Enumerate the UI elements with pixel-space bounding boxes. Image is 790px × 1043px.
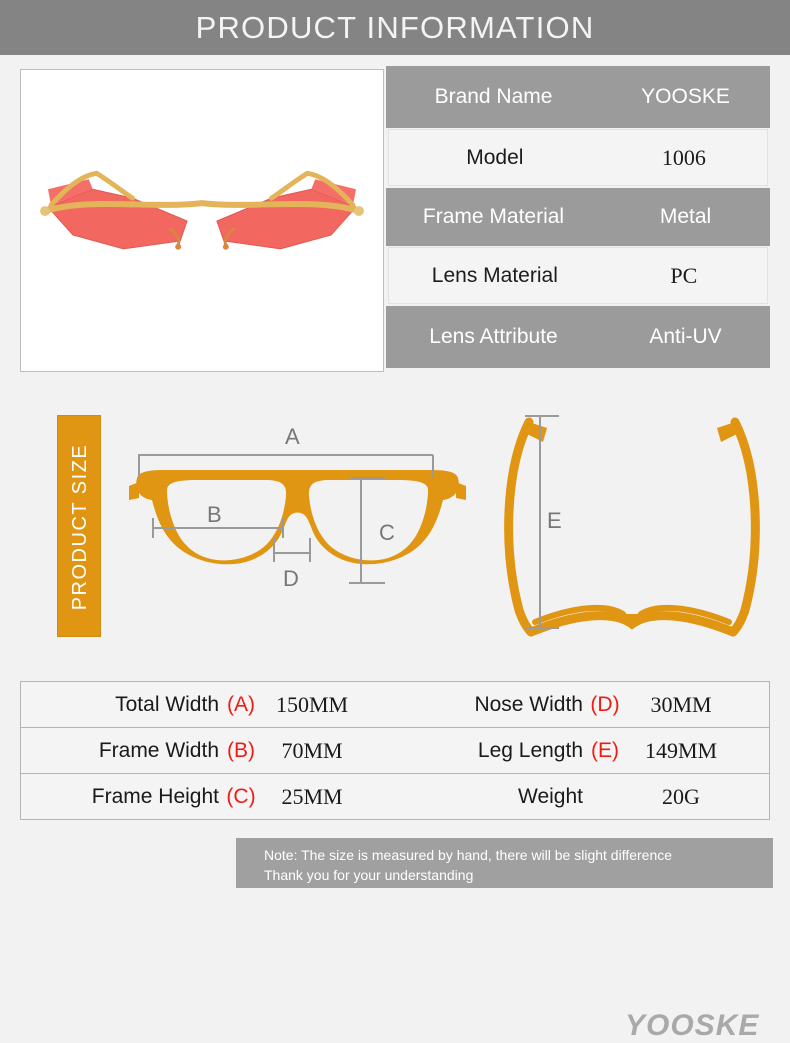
spec-label: Frame Material xyxy=(422,205,565,228)
spec-value: Metal xyxy=(659,205,712,228)
measurement-name: Frame Width xyxy=(98,738,219,762)
measurement-name: Total Width xyxy=(115,692,219,716)
measurement-key: (D) xyxy=(590,692,620,716)
spec-value: YOOSKE xyxy=(641,85,730,108)
dimension-label-d: D xyxy=(283,566,299,591)
measurement-value: 150MM xyxy=(275,691,349,717)
measurement-name: Nose Width xyxy=(474,692,583,716)
measurement-name: Leg Length xyxy=(477,738,583,762)
product-size-banner: PRODUCT SIZE xyxy=(57,415,101,637)
spec-label: Model xyxy=(466,145,524,169)
note-line-2: Thank you for your understanding xyxy=(264,867,474,883)
top-section: Brand Name YOOSKE Model 1006 Frame Mater… xyxy=(0,66,790,378)
measurement-cell-leg-length: Leg Length (E) 149MM xyxy=(395,728,769,773)
measurement-name: Frame Height xyxy=(91,785,219,808)
product-photo-panel xyxy=(20,69,384,372)
spec-label: Lens Material xyxy=(431,263,558,287)
measurement-table: Total Width (A) 150MM Nose Width (D) 30M… xyxy=(20,681,770,820)
measurement-value: 25MM xyxy=(281,784,343,809)
spec-label: Lens Attribute xyxy=(429,325,558,348)
table-row: Frame Height (C) 25MM Weight 20G xyxy=(21,774,769,820)
measurement-name: Weight xyxy=(518,785,583,808)
measurement-value: 30MM xyxy=(650,691,712,717)
note-line-1: Note: The size is measured by hand, ther… xyxy=(264,847,673,863)
measurement-key: (C) xyxy=(226,785,256,808)
spec-value: 1006 xyxy=(661,144,706,170)
product-size-banner-label: PRODUCT SIZE xyxy=(68,443,91,611)
product-photo-image xyxy=(21,70,383,371)
product-information-page: PRODUCT INFORMATION Brand Name YOOSKE Mo… xyxy=(0,0,790,1042)
spec-row-frame-material: Frame Material Metal xyxy=(386,188,770,246)
spec-row-lens-material: Lens Material PC xyxy=(388,247,768,304)
measurement-key: (B) xyxy=(227,738,255,762)
page-title: PRODUCT INFORMATION xyxy=(195,9,595,45)
spec-value: Anti-UV xyxy=(649,325,722,348)
spec-row-model: Model 1006 xyxy=(388,129,768,186)
front-view-diagram: A B C D xyxy=(129,424,466,591)
measurement-value: 70MM xyxy=(281,737,343,763)
dimension-marker-d xyxy=(273,538,311,562)
measurement-key: (E) xyxy=(591,738,619,762)
page-header: PRODUCT INFORMATION xyxy=(0,0,790,55)
measurement-key: (A) xyxy=(227,692,255,716)
top-view-diagram: E xyxy=(504,415,760,637)
dimension-label-a: A xyxy=(285,424,300,449)
measurement-cell-weight: Weight 20G xyxy=(395,774,769,820)
measurement-cell-total-width: Total Width (A) 150MM xyxy=(21,682,395,727)
measurement-note: Note: The size is measured by hand, ther… xyxy=(236,838,773,888)
spec-value: PC xyxy=(670,262,698,288)
measurement-cell-frame-height: Frame Height (C) 25MM xyxy=(21,774,395,820)
dimension-label-c: C xyxy=(379,520,395,545)
measurement-cell-frame-width: Frame Width (B) 70MM xyxy=(21,728,395,773)
product-size-section: PRODUCT SIZE A B C D E YOOSKE xyxy=(0,395,790,1042)
measurement-cell-nose-width: Nose Width (D) 30MM xyxy=(395,682,769,727)
specification-table: Brand Name YOOSKE Model 1006 Frame Mater… xyxy=(386,66,770,371)
table-row: Frame Width (B) 70MM Leg Length (E) 149M… xyxy=(21,728,769,774)
spec-row-brand-name: Brand Name YOOSKE xyxy=(386,66,770,128)
table-row: Total Width (A) 150MM Nose Width (D) 30M… xyxy=(21,682,769,728)
measurement-value: 149MM xyxy=(644,737,718,763)
dimension-label-e: E xyxy=(547,508,562,533)
spec-row-lens-attribute: Lens Attribute Anti-UV xyxy=(386,306,770,368)
brand-watermark: YOOSKE xyxy=(625,1009,760,1042)
spec-label: Brand Name xyxy=(434,85,553,108)
dimension-label-b: B xyxy=(207,502,222,527)
measurement-value: 20G xyxy=(662,784,700,809)
